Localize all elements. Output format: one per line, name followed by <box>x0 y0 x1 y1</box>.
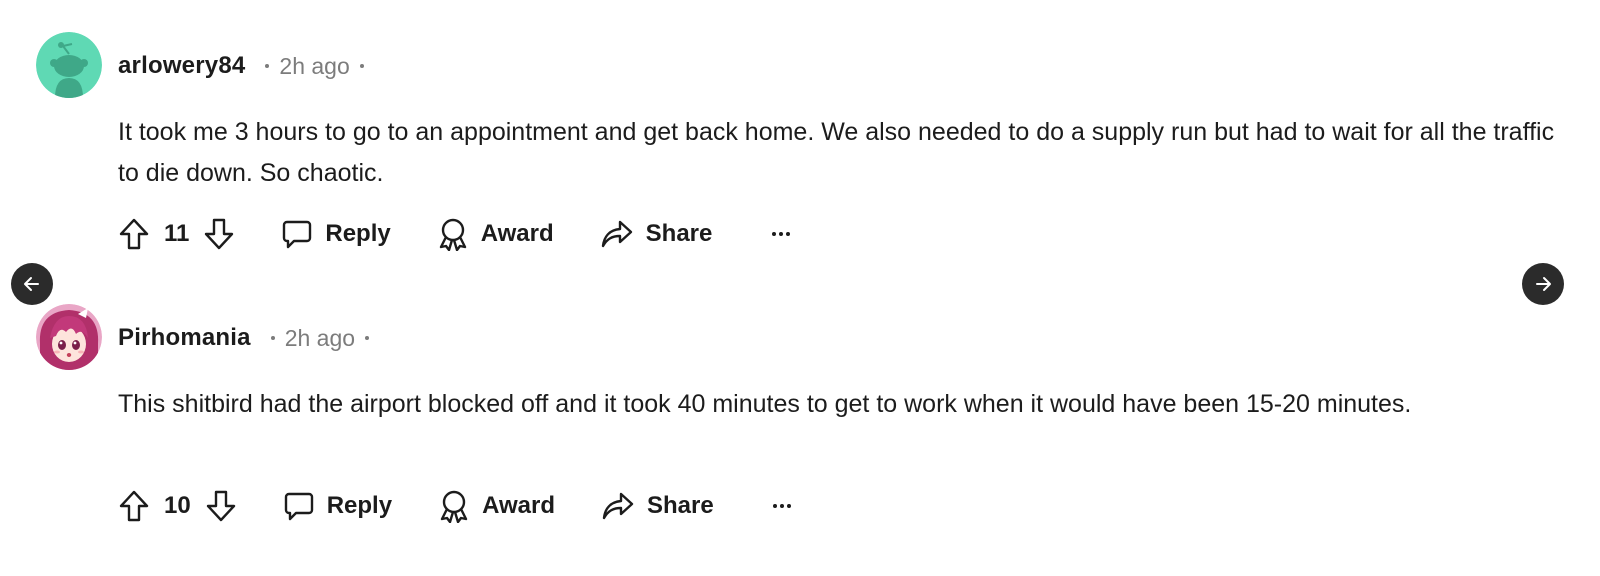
username[interactable]: arlowery84 <box>118 52 245 80</box>
share-label: Share <box>645 220 713 247</box>
avatar[interactable] <box>36 304 102 370</box>
separator-dot <box>270 336 275 340</box>
downvote-icon[interactable] <box>205 489 237 523</box>
award-label: Award <box>482 492 555 519</box>
comment-meta: Pirhomania 2h ago <box>118 322 379 354</box>
arrow-left-icon <box>24 277 39 291</box>
vote-group: 10 <box>118 489 237 523</box>
timestamp: 2h ago <box>284 324 356 351</box>
vote-score: 11 <box>164 220 190 247</box>
timestamp: 2h ago <box>279 52 350 79</box>
reply-label: Reply <box>326 492 393 519</box>
downvote-icon[interactable] <box>203 217 235 251</box>
comment-body: It took me 3 hours to go to an appointme… <box>118 118 1555 187</box>
snoo-avatar-icon <box>36 32 102 98</box>
comment-actions: 11 Reply Award Share <box>118 214 791 254</box>
separator-dot <box>359 64 364 68</box>
next-button[interactable] <box>1522 263 1564 305</box>
award-button[interactable]: Award <box>437 217 554 251</box>
more-options-icon[interactable] <box>770 232 791 236</box>
award-label: Award <box>480 220 554 247</box>
share-label: Share <box>646 492 714 519</box>
share-arrow-icon <box>600 219 634 249</box>
username[interactable]: Pirhomania <box>118 324 251 352</box>
more-options-icon[interactable] <box>772 504 793 508</box>
comment-actions: 10 Reply Award Share <box>118 486 793 526</box>
comment-meta: arlowery84 2h ago <box>118 50 374 82</box>
reply-button[interactable]: Reply <box>281 218 391 250</box>
prev-button[interactable] <box>11 263 53 305</box>
separator-dot <box>365 336 370 340</box>
share-arrow-icon <box>601 491 635 521</box>
arrow-right-icon <box>1536 277 1551 291</box>
award-ribbon-icon <box>437 217 469 251</box>
reply-label: Reply <box>325 220 391 247</box>
share-button[interactable]: Share <box>600 219 713 249</box>
avatar[interactable] <box>36 32 102 98</box>
vote-score: 10 <box>164 492 191 519</box>
comment-body: This shitbird had the airport blocked of… <box>118 390 1412 418</box>
upvote-icon[interactable] <box>118 489 150 523</box>
award-ribbon-icon <box>438 489 470 523</box>
anime-avatar-icon <box>36 304 102 370</box>
upvote-icon[interactable] <box>118 217 150 251</box>
award-button[interactable]: Award <box>438 489 555 523</box>
vote-group: 11 <box>118 217 235 251</box>
reply-button[interactable]: Reply <box>283 490 392 522</box>
speech-bubble-icon <box>281 218 313 250</box>
speech-bubble-icon <box>283 490 315 522</box>
separator-dot <box>265 64 270 68</box>
share-button[interactable]: Share <box>601 491 714 521</box>
